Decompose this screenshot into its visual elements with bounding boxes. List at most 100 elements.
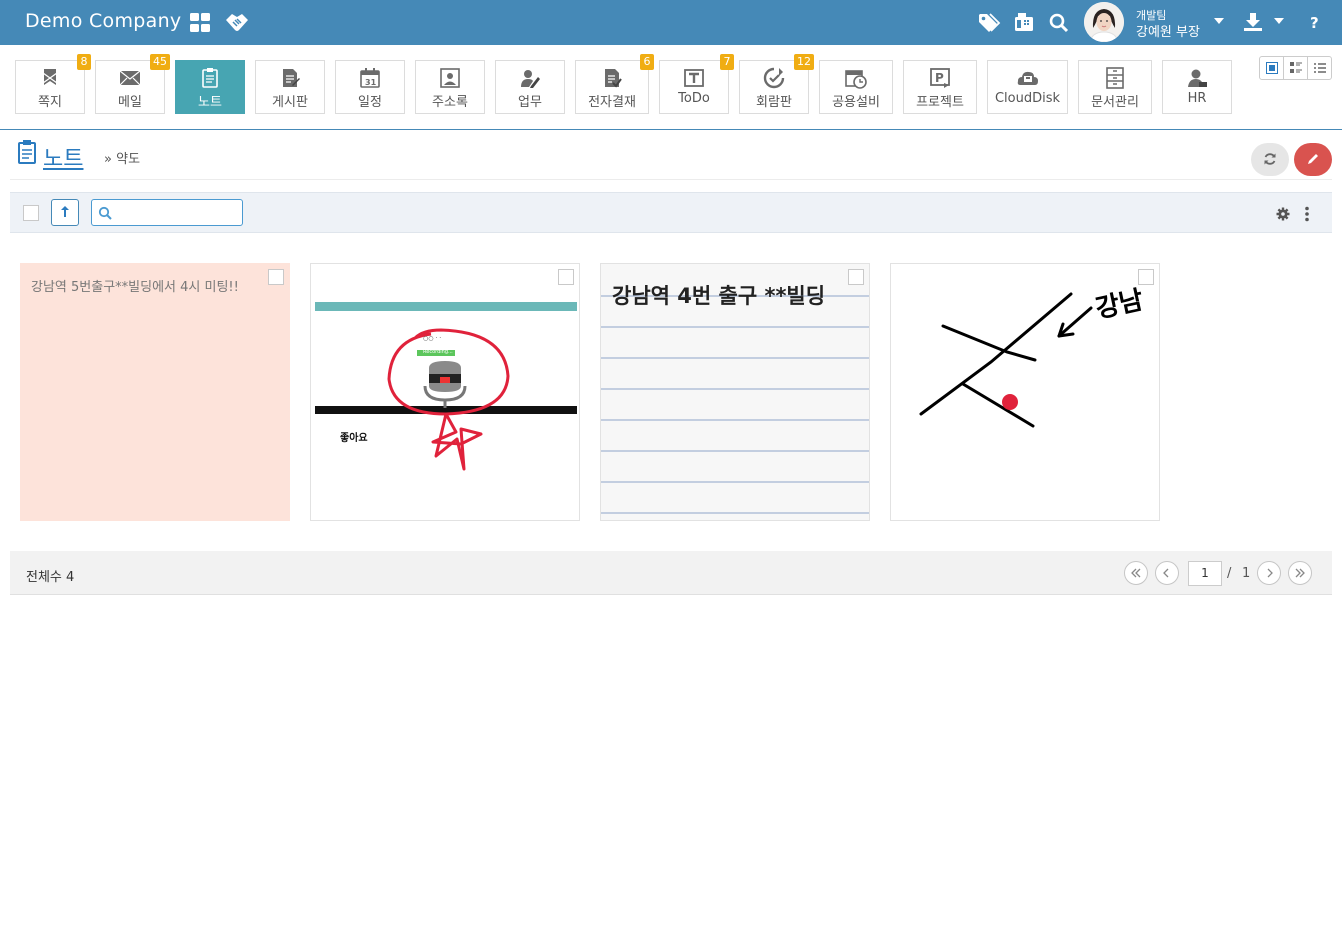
module-mail[interactable]: 메일 45 — [95, 54, 170, 114]
total-count: 전체수 4 — [26, 570, 75, 585]
more-vertical-icon[interactable] — [1304, 206, 1310, 222]
module-label: ToDo — [678, 91, 710, 106]
list-footer: 전체수 4 1 / 1 — [10, 551, 1332, 595]
addressbook-icon — [440, 68, 460, 88]
breadcrumb: » 약도 — [104, 148, 140, 167]
refresh-button[interactable] — [1251, 143, 1289, 176]
user-avatar[interactable] — [1084, 2, 1124, 42]
project-icon: P — [930, 68, 950, 88]
next-page-button[interactable] — [1257, 561, 1281, 585]
module-badge: 7 — [720, 54, 734, 70]
module-label: 게시판 — [272, 95, 308, 110]
module-circular[interactable]: 회람판 12 — [739, 54, 814, 114]
module-document[interactable]: 문서관리 — [1078, 60, 1152, 114]
page-title[interactable]: 노트 — [43, 141, 83, 173]
svg-text:31: 31 — [365, 78, 377, 87]
prev-page-button[interactable] — [1155, 561, 1179, 585]
mail-icon — [119, 70, 141, 86]
note-card[interactable]: ○○ · · Recording... 좋아요 — [310, 263, 580, 521]
first-page-button[interactable] — [1124, 561, 1148, 585]
hr-icon — [1188, 69, 1207, 87]
module-label: 문서관리 — [1091, 95, 1139, 110]
note-drawing-caption: 좋아요 — [340, 433, 368, 444]
breadcrumb-current: 약도 — [116, 152, 141, 167]
module-clouddisk[interactable]: CloudDisk — [987, 60, 1068, 114]
module-label: 회람판 — [756, 95, 792, 110]
select-all-checkbox[interactable] — [23, 205, 39, 221]
module-task[interactable]: 업무 — [495, 60, 565, 114]
list-view-icon — [1313, 63, 1326, 73]
refresh-icon — [1264, 153, 1276, 165]
arrow-up-icon — [61, 206, 69, 217]
brand-name[interactable]: Demo Company — [25, 10, 181, 32]
note-checkbox[interactable] — [558, 269, 574, 285]
board-icon — [283, 69, 300, 87]
download-icon[interactable] — [1243, 12, 1263, 32]
view-list-button[interactable] — [1308, 57, 1331, 79]
module-project[interactable]: P 프로젝트 — [903, 60, 977, 114]
module-note[interactable]: 노트 — [175, 60, 245, 114]
current-page-input[interactable]: 1 — [1188, 561, 1222, 586]
approval-icon — [605, 69, 622, 88]
note-icon — [202, 68, 218, 88]
note-checkbox[interactable] — [1138, 269, 1154, 285]
module-label: 주소록 — [432, 95, 468, 110]
chevron-left-icon — [1163, 568, 1169, 578]
search-box — [91, 199, 243, 226]
last-page-button[interactable] — [1288, 561, 1312, 585]
tag-icon[interactable] — [977, 11, 1001, 35]
user-name[interactable]: 강예원 부장 — [1136, 21, 1200, 40]
write-note-button[interactable] — [1294, 143, 1332, 176]
module-memo[interactable]: 쪽지 8 — [15, 54, 91, 114]
module-label: CloudDisk — [994, 91, 1061, 106]
settings-gear-icon[interactable] — [1276, 207, 1290, 221]
pencil-icon — [1308, 154, 1318, 164]
mock-screen-title: ○○ · · — [423, 335, 442, 342]
fax-icon[interactable] — [1012, 11, 1036, 35]
apps-grid-icon[interactable] — [189, 12, 211, 34]
search-icon — [98, 206, 112, 220]
facility-icon — [845, 70, 867, 89]
module-approval[interactable]: 전자결재 6 — [575, 54, 654, 114]
card-view-icon — [1265, 62, 1278, 74]
module-badge: 12 — [794, 54, 814, 70]
module-todo[interactable]: ToDo 7 — [659, 54, 734, 114]
note-card[interactable]: 강남역 5번출구**빌딩에서 4시 미팅!! — [20, 263, 290, 521]
note-drawing-thumbnail — [315, 302, 577, 471]
note-checkbox[interactable] — [268, 269, 284, 285]
view-card-button[interactable] — [1260, 57, 1284, 79]
task-icon — [521, 70, 540, 88]
note-card[interactable]: 강남역 4번 출구 **빌딩 — [600, 263, 870, 521]
note-checkbox[interactable] — [848, 269, 864, 285]
view-detail-button[interactable] — [1284, 57, 1308, 79]
note-title-icon — [18, 140, 36, 164]
calendar-icon: 31 — [360, 68, 380, 88]
chevron-right-icon — [1267, 568, 1273, 578]
page-separator: / — [1227, 566, 1232, 581]
note-title: 강남역 4번 출구 **빌딩 — [612, 284, 826, 308]
module-bar: 쪽지 8 메일 45 노트 게시판 31 일정 주소록 업무 전자결재 6 To… — [0, 45, 1342, 130]
note-text: 강남역 5번출구**빌딩에서 4시 미팅!! — [31, 280, 239, 295]
module-board[interactable]: 게시판 — [255, 60, 325, 114]
help-icon[interactable]: ? — [1308, 13, 1322, 33]
module-label: 전자결재 — [588, 95, 636, 110]
module-addressbook[interactable]: 주소록 — [415, 60, 485, 114]
search-input[interactable] — [116, 204, 236, 222]
module-hr[interactable]: HR — [1162, 60, 1232, 114]
note-card[interactable]: 강남 — [890, 263, 1160, 521]
search-icon[interactable] — [1047, 11, 1071, 35]
handshake-icon[interactable] — [224, 11, 250, 35]
user-menu-caret-icon[interactable] — [1213, 16, 1225, 26]
module-facility[interactable]: 공용설비 — [819, 60, 893, 114]
module-badge: 45 — [150, 54, 170, 70]
module-label: 프로젝트 — [916, 95, 964, 110]
list-toolbar — [10, 192, 1332, 233]
module-label: HR — [1187, 91, 1207, 106]
module-schedule[interactable]: 31 일정 — [335, 60, 405, 114]
detail-view-icon — [1289, 62, 1302, 73]
module-badge: 8 — [77, 54, 91, 70]
download-caret-icon[interactable] — [1273, 16, 1285, 26]
module-label: 쪽지 — [38, 95, 62, 110]
upper-folder-button[interactable] — [51, 199, 79, 226]
double-chevron-left-icon — [1131, 568, 1141, 578]
